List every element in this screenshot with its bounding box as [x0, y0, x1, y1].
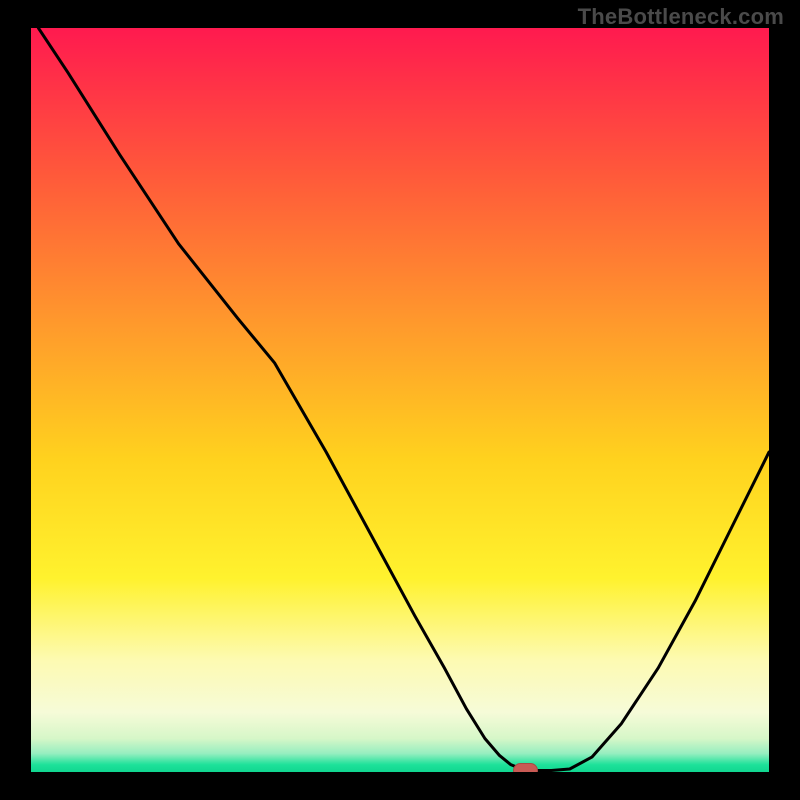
optimum-marker: [514, 764, 538, 773]
plot-area: [31, 28, 769, 772]
chart-frame: TheBottleneck.com: [0, 0, 800, 800]
gradient-background: [31, 28, 769, 772]
watermark-text: TheBottleneck.com: [578, 4, 784, 30]
bottleneck-chart: [31, 28, 769, 772]
